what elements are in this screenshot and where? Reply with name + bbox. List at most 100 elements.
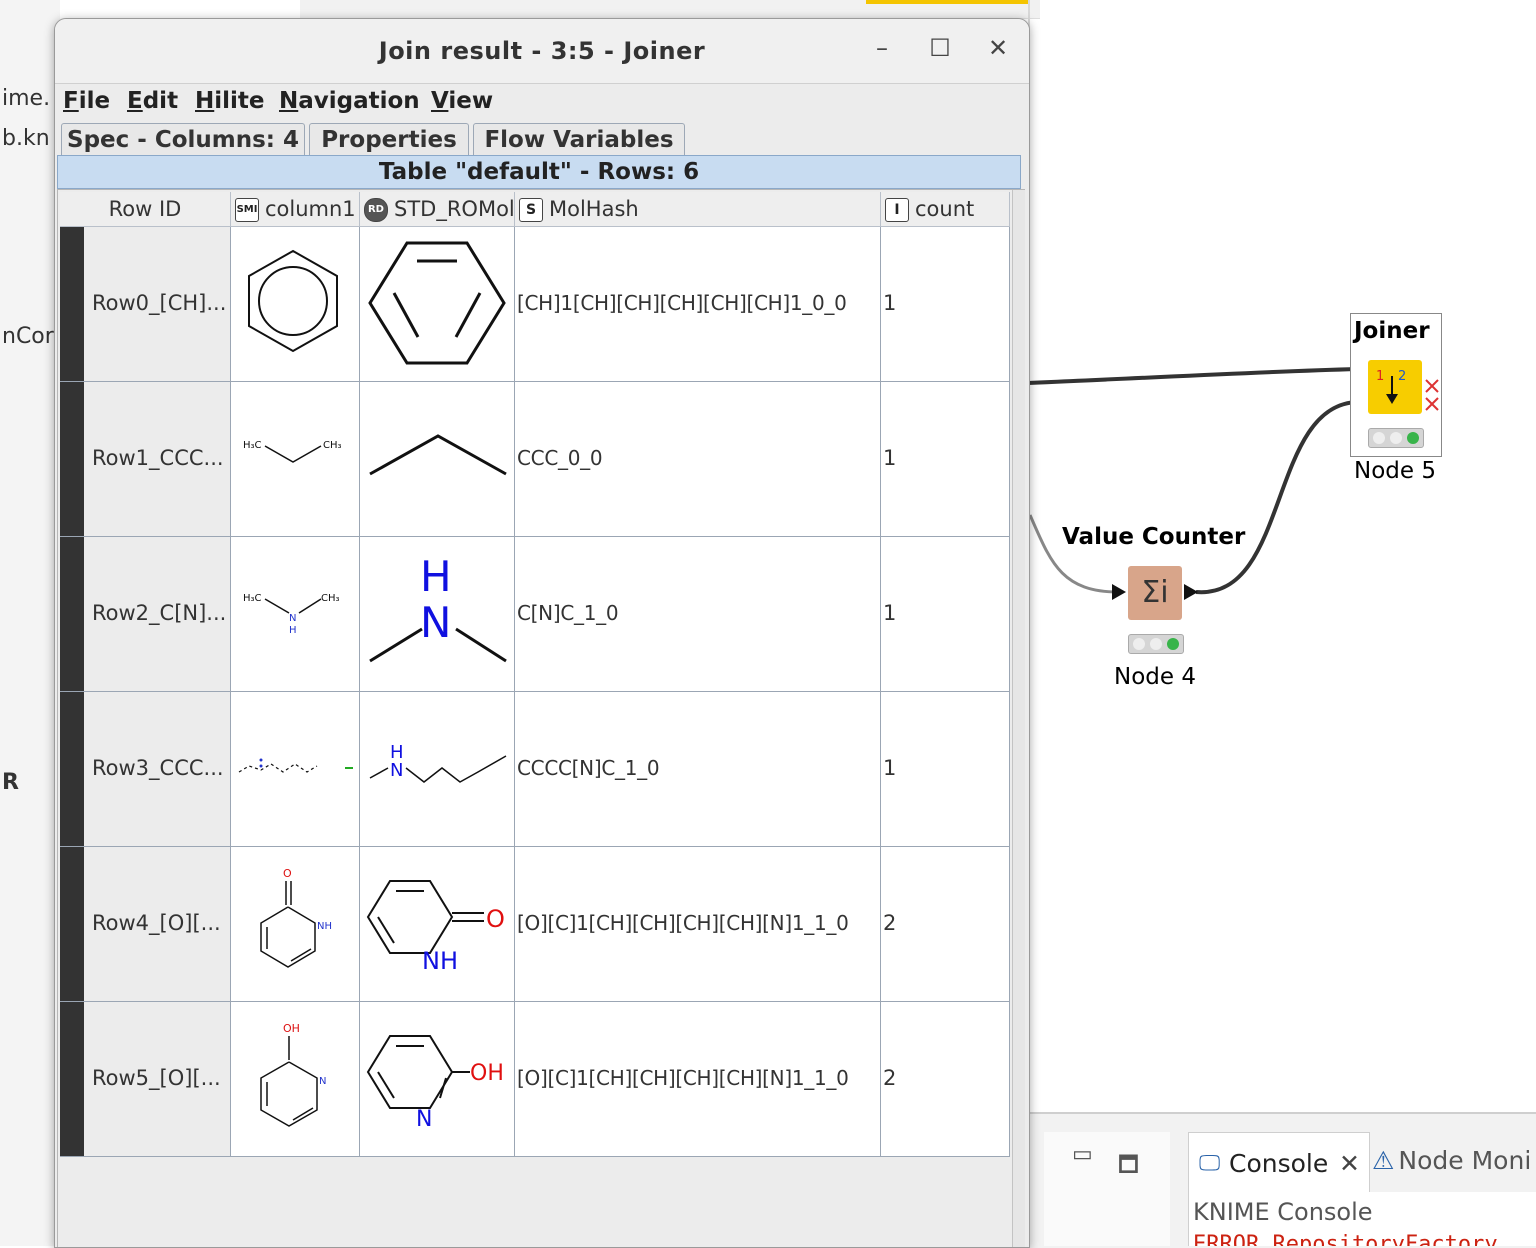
maximize-view-icon[interactable]: 🗖 <box>1118 1148 1139 1186</box>
join-result-dialog: Join result - 3:5 - Joiner – ☐ ✕ File Ed… <box>54 18 1030 1248</box>
joiner-output-ports-icon <box>1425 379 1439 411</box>
joiner-icon[interactable]: 1 2 <box>1368 360 1422 414</box>
molhash-text: CCC_0_0 <box>517 446 603 470</box>
row-id-cell: Row4_[O][... <box>60 847 231 1002</box>
minimize-button[interactable]: – <box>867 33 897 63</box>
table-vertical-scrollbar[interactable] <box>1012 190 1025 1247</box>
tab-properties[interactable]: Properties <box>309 123 469 156</box>
count-cell: 1 <box>881 692 1010 847</box>
close-button[interactable]: ✕ <box>983 33 1013 63</box>
tab-spec[interactable]: Spec - Columns: 4 <box>61 123 305 156</box>
molhash-cell: C[N]C_1_0 <box>515 537 881 692</box>
dimethylamine-structure-icon: H₃C N H CH₃ <box>243 593 340 636</box>
oxygen-label: O <box>486 905 505 933</box>
count-text: 1 <box>883 291 897 315</box>
console-icon: 🖵 <box>1199 1151 1221 1176</box>
count-cell: 2 <box>881 847 1010 1002</box>
methylbutylamine-skeletal-icon: H N <box>369 742 507 783</box>
menu-file[interactable]: File <box>63 88 110 114</box>
column-header-count[interactable]: Icount <box>881 192 1010 227</box>
pyridone-skeletal-icon: O NH <box>366 880 505 975</box>
count-cell: 2 <box>881 1002 1010 1157</box>
column-header-column1[interactable]: SMI column1 <box>231 192 360 227</box>
column-header-label: Row ID <box>108 197 182 221</box>
data-table-area: Row ID SMI column1 RD STD_ROMol S MolHash I… <box>57 189 1025 1247</box>
count-cell: 1 <box>881 382 1010 537</box>
node-monitor-icon: ⚠ <box>1372 1146 1395 1175</box>
hydrogen-label: H <box>289 625 297 636</box>
row-id-text: Row0_[CH]... <box>92 291 227 315</box>
console-error-line: ERROR RepositoryFactory <box>1193 1232 1498 1246</box>
h3c-label: H₃C <box>243 440 262 451</box>
molecule-depiction-cell <box>231 227 360 382</box>
nh-label: NH <box>422 947 458 975</box>
row-id-cell: Row2_C[N]... <box>60 537 231 692</box>
tab-flow-variables[interactable]: Flow Variables <box>473 123 685 156</box>
value-counter-node-name[interactable]: Node 4 <box>1114 664 1196 690</box>
nitrogen-label: N <box>416 1107 432 1132</box>
column-header-row-id[interactable]: Row ID <box>60 192 231 227</box>
table-title-bar: Table "default" - Rows: 6 <box>57 155 1021 189</box>
console-output[interactable]: KNIME Console ERROR RepositoryFactory <box>1188 1192 1536 1246</box>
column-header-molhash[interactable]: S MolHash <box>515 192 881 227</box>
molecule-depiction-cell: O NH <box>360 847 515 1002</box>
title-bar[interactable]: Join result - 3:5 - Joiner – ☐ ✕ <box>55 19 1029 83</box>
row-id-text: Row1_CCC... <box>92 446 224 470</box>
molecule-depiction-cell <box>360 227 515 382</box>
nitrogen-label: N <box>420 598 451 647</box>
molhash-text: [O][C]1[CH][CH][CH][CH][N]1_1_0 <box>517 1066 849 1090</box>
menu-view[interactable]: View <box>431 88 493 114</box>
hydroxyl-label: OH <box>283 1022 300 1035</box>
string-type-icon: S <box>519 198 543 222</box>
menu-navigation[interactable]: Navigation <box>279 88 420 114</box>
hydroxypyridine-structure-icon: OH N <box>260 1022 326 1127</box>
molecule-depiction-cell: OH N <box>231 1002 360 1157</box>
value-counter-icon[interactable]: Σi <box>1128 566 1182 620</box>
minimize-view-icon[interactable]: ▭ <box>1072 1142 1093 1167</box>
molhash-cell: [O][C]1[CH][CH][CH][CH][N]1_1_0 <box>515 847 881 1002</box>
console-tab[interactable]: 🖵 Console ✕ <box>1188 1132 1370 1193</box>
count-cell: 1 <box>881 537 1010 692</box>
column-header-std-romol[interactable]: RD STD_ROMol <box>360 192 515 227</box>
tab-strip: Spec - Columns: 4 Properties Flow Variab… <box>55 121 1029 157</box>
svg-text:2: 2 <box>1398 369 1406 384</box>
joiner-node-name[interactable]: Node 5 <box>1354 458 1436 484</box>
nitrogen-label: N <box>289 613 296 624</box>
bottom-left-view <box>1044 1132 1170 1246</box>
nitrogen-label: N <box>319 1076 326 1087</box>
molecule-depiction-cell <box>360 382 515 537</box>
menu-hilite[interactable]: Hilite <box>195 88 265 114</box>
column-header-label: column1 <box>265 197 356 221</box>
molecule-depiction-cell: O NH <box>231 847 360 1002</box>
menu-bar: File Edit Hilite Navigation View <box>55 83 1029 120</box>
molecule-depiction-cell: H₃C CH₃ <box>231 382 360 537</box>
hydroxyl-label: OH <box>470 1061 504 1086</box>
molhash-text: C[N]C_1_0 <box>517 601 619 625</box>
hydroxypyridine-skeletal-icon: OH N <box>366 1035 504 1132</box>
molecule-depiction-cell: H N <box>360 537 515 692</box>
row-id-text: Row3_CCC... <box>92 756 224 780</box>
value-counter-status-light <box>1128 634 1184 654</box>
joiner-node-title: Joiner <box>1354 318 1430 344</box>
molecule-depiction-cell <box>231 692 360 847</box>
row-id-cell: Row3_CCC... <box>60 692 231 847</box>
close-icon[interactable]: ✕ <box>1339 1149 1360 1178</box>
molecule-depiction-cell: H₃C N H CH₃ <box>231 537 360 692</box>
ch3-label: CH₃ <box>321 593 340 604</box>
h3c-label: H₃C <box>243 593 262 604</box>
molhash-cell: CCC_0_0 <box>515 382 881 537</box>
dimethylamine-skeletal-icon: H N <box>369 552 507 663</box>
svg-text:1: 1 <box>1376 369 1384 384</box>
nh-label: NH <box>317 921 332 932</box>
maximize-button[interactable]: ☐ <box>925 33 955 63</box>
molhash-cell: [CH]1[CH][CH][CH][CH][CH]1_0_0 <box>515 227 881 382</box>
node-monitor-tab[interactable]: ⚠ Node Moni <box>1372 1146 1531 1175</box>
count-text: 1 <box>883 446 897 470</box>
rdkit-type-icon: RD <box>364 198 388 222</box>
molhash-text: CCCC[N]C_1_0 <box>517 756 660 780</box>
column-header-label: count <box>915 197 975 221</box>
menu-edit[interactable]: Edit <box>127 88 178 114</box>
propane-skeletal-icon <box>369 434 507 476</box>
column-header-label: MolHash <box>549 197 639 221</box>
benzene-kekule-icon <box>368 241 506 365</box>
